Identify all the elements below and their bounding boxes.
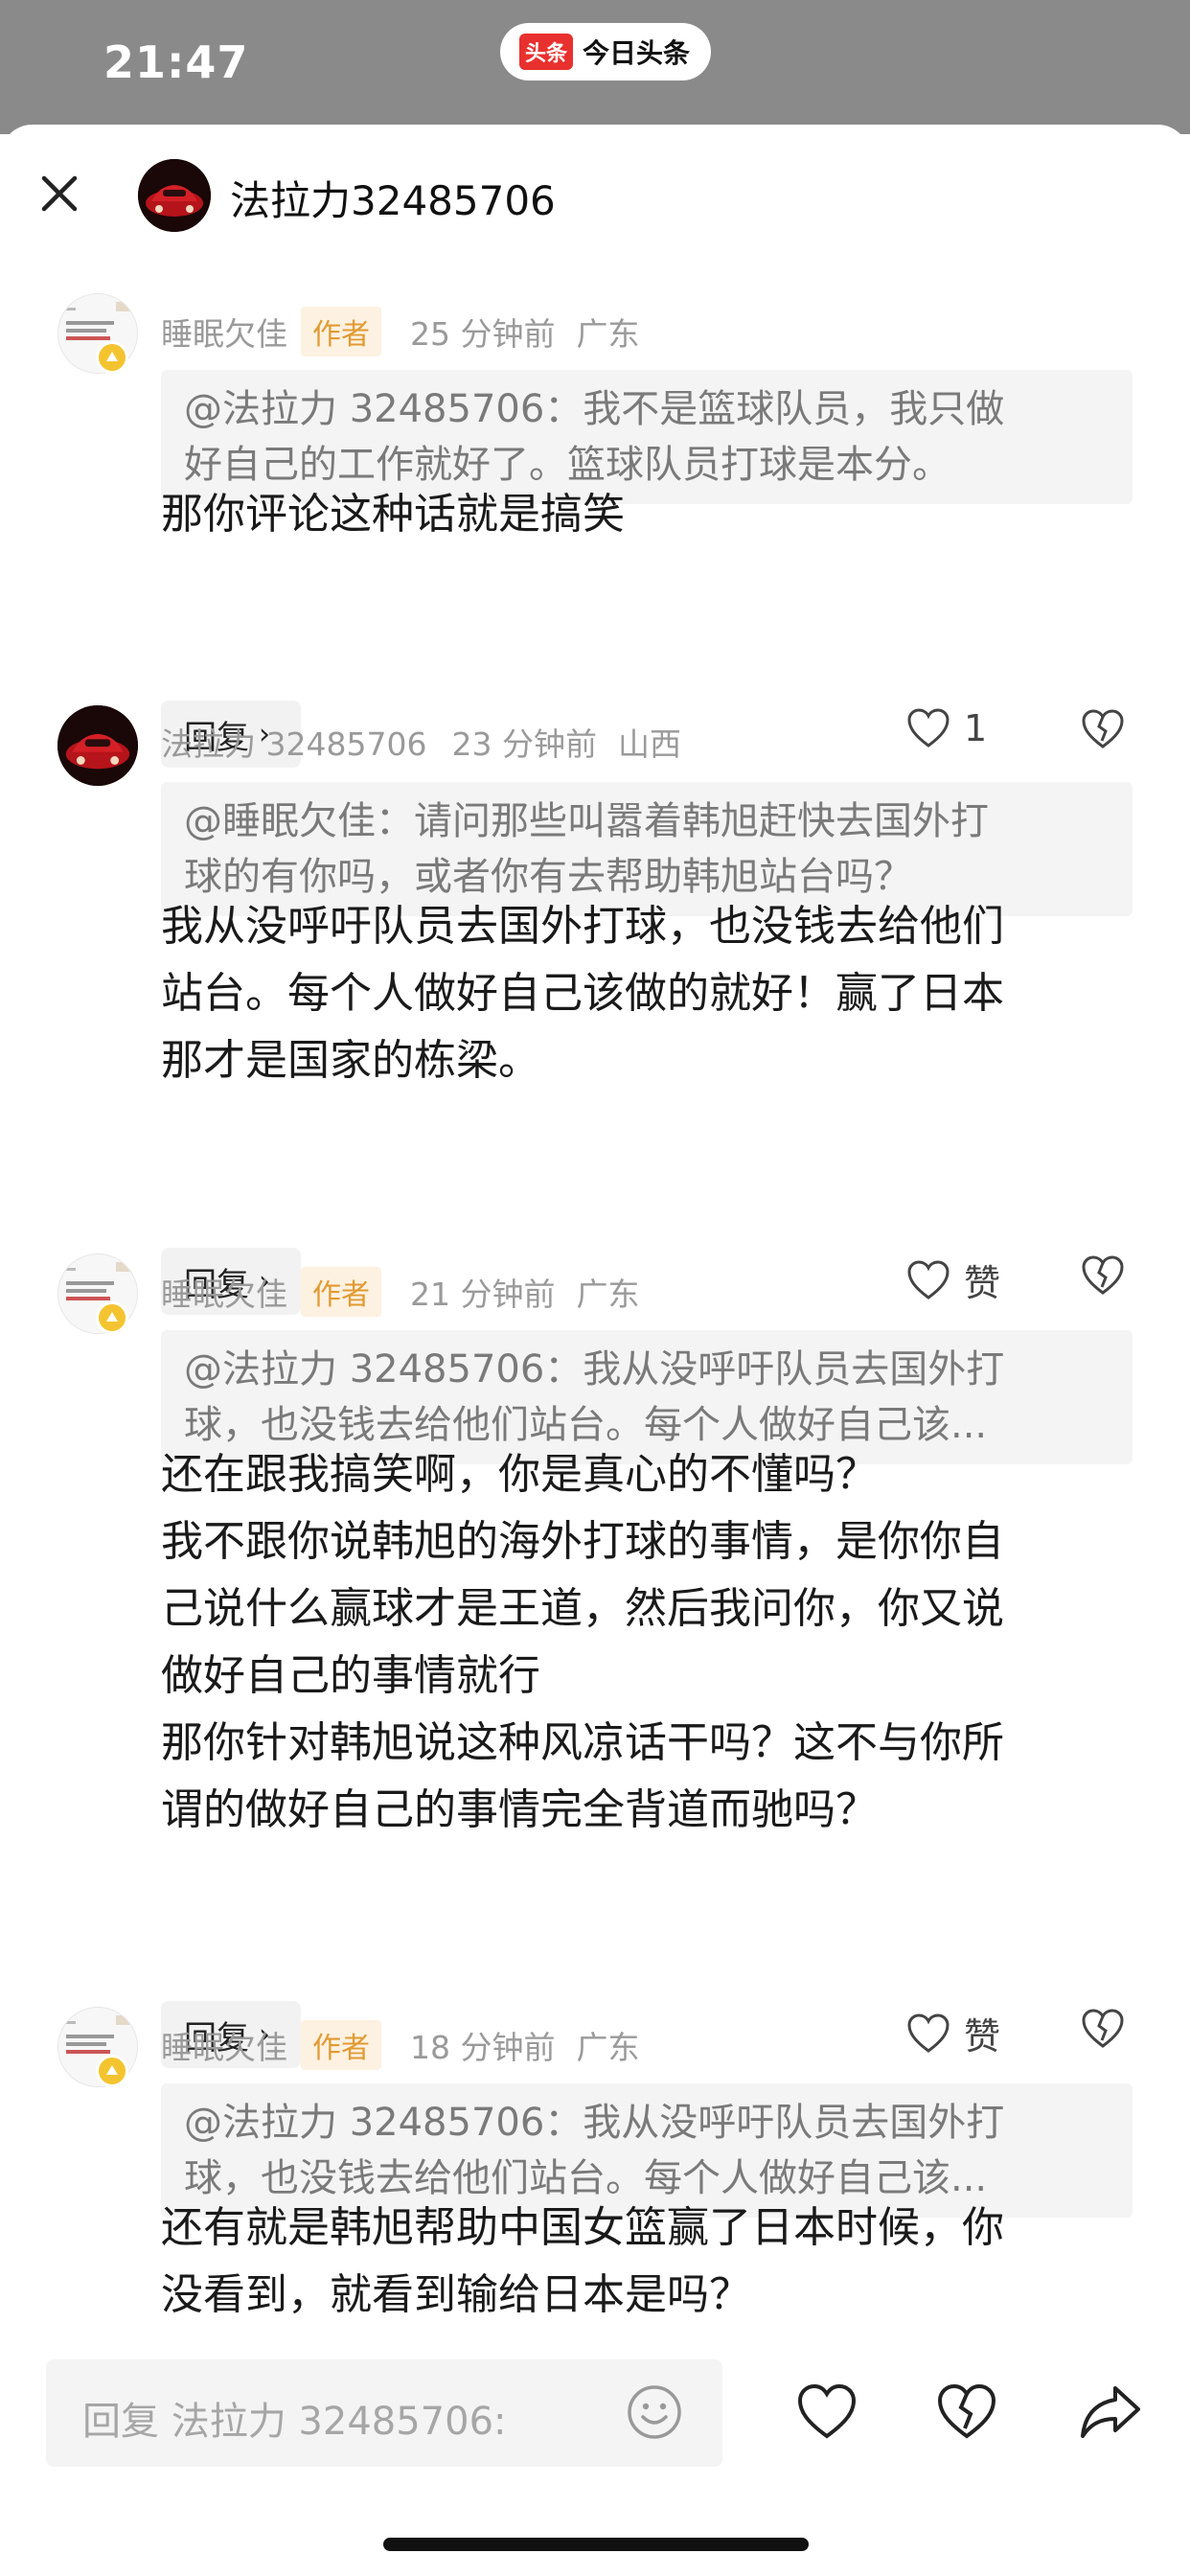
verified-badge-icon [96, 2055, 128, 2087]
commenter-name[interactable]: 睡眠欠佳 [161, 2022, 287, 2068]
comment-body-line: 还有就是韩旭帮助中国女篮赢了日本时候，你 [161, 2203, 1004, 2252]
heart-icon [907, 1259, 950, 1300]
car-avatar-image [138, 159, 211, 232]
quote-line: @法拉力 32485706：我从没呼吁队员去国外打 [184, 1347, 1005, 1392]
heart-icon [907, 708, 950, 748]
like-button[interactable]: 赞 [906, 1254, 1000, 1306]
app-logo-badge: 头条 [519, 34, 574, 70]
share-icon[interactable] [1079, 2382, 1142, 2442]
user-avatar[interactable] [57, 705, 138, 786]
quote-line: @法拉力 32485706：我不是篮球队员，我只做 [184, 387, 1005, 431]
commenter-name[interactable]: 睡眠欠佳 [161, 309, 287, 355]
home-indicator [383, 2538, 809, 2551]
like-count: 赞 [964, 2015, 1001, 2058]
quote-line: @法拉力 32485706：我从没呼吁队员去国外打 [184, 2101, 1005, 2145]
comment-body-line: 还在跟我搞笑啊，你是真心的不懂吗？ [161, 1450, 878, 1499]
emoji-icon[interactable] [625, 2382, 684, 2442]
app-indicator-pill[interactable]: 头条 今日头条 [500, 23, 712, 80]
comment-body: 那你评论这种话就是搞笑 [161, 481, 1133, 548]
comment-body-line: 没看到，就看到输给日本是吗？ [161, 2270, 751, 2319]
like-button[interactable]: 1 [906, 707, 987, 749]
comment-body-line: 那你针对韩旭说这种风凉话干吗？这不与你所 [161, 1718, 1004, 1767]
broken-heart-icon[interactable] [935, 2382, 998, 2442]
comment-body-line: 那才是国家的栋梁。 [161, 1036, 540, 1085]
comment-body-line: 谓的做好自己的事情完全背道而驰吗？ [161, 1785, 878, 1834]
comment-body: 我从没呼吁队员去国外打球，也没钱去给他们 站台。每个人做好自己该做的就好！赢了日… [161, 893, 1133, 1094]
comment-meta: 睡眠欠佳 作者 25 分钟前 广东 [161, 307, 639, 356]
comment-meta: 法拉力 32485706 23 分钟前 山西 [161, 719, 681, 765]
header-title: 法拉力32485706 [230, 177, 556, 224]
close-button[interactable] [33, 167, 86, 220]
comment-body-line: 我从没呼吁队员去国外打球，也没钱去给他们 [161, 902, 1004, 951]
commenter-name[interactable]: 睡眠欠佳 [161, 1269, 287, 1315]
comment-body-line: 做好自己的事情就行 [161, 1651, 540, 1700]
heart-icon[interactable] [795, 2382, 858, 2442]
like-count: 1 [964, 707, 988, 749]
quote-line: @睡眠欠佳：请问那些叫嚣着韩旭赶快去国外打 [184, 799, 989, 843]
author-tag: 作者 [301, 1267, 381, 1317]
heart-icon [907, 2012, 950, 2053]
comment-body-line: 站台。每个人做好自己该做的就好！赢了日本 [161, 969, 1004, 1018]
comment-time: 25 分钟前 [410, 315, 556, 353]
verified-badge-icon [96, 341, 128, 374]
status-time: 21:47 [103, 36, 249, 88]
header-avatar[interactable] [138, 159, 211, 232]
comment-body-line: 我不跟你说韩旭的海外打球的事情，是你你自 [161, 1517, 1004, 1566]
car-avatar-image [57, 705, 138, 786]
close-icon [41, 175, 78, 212]
sheet-header: 法拉力32485706 [0, 125, 1190, 268]
comment-time: 21 分钟前 [410, 1276, 556, 1313]
author-tag: 作者 [301, 307, 381, 356]
broken-heart-icon[interactable] [1081, 1254, 1125, 1298]
app-name: 今日头条 [583, 37, 691, 69]
comment-body: 还在跟我搞笑啊，你是真心的不懂吗？ 我不跟你说韩旭的海外打球的事情，是你你自 己… [161, 1441, 1133, 1844]
comment-time: 18 分钟前 [410, 2029, 556, 2066]
comment-region: 广东 [576, 315, 640, 353]
broken-heart-icon[interactable] [1081, 707, 1125, 751]
comment-body: 还有就是韩旭帮助中国女篮赢了日本时候，你 没看到，就看到输给日本是吗？ [161, 2195, 1133, 2329]
comment-region: 山西 [617, 725, 681, 763]
reply-input[interactable]: 回复 法拉力 32485706: [46, 2359, 722, 2467]
comment-time: 23 分钟前 [451, 725, 597, 763]
reply-input-placeholder: 回复 法拉力 32485706: [82, 2400, 507, 2444]
comment-meta: 睡眠欠佳 作者 21 分钟前 广东 [161, 1267, 639, 1317]
author-tag: 作者 [301, 2020, 381, 2070]
comment-body-line: 己说什么赢球才是王道，然后我问你，你又说 [161, 1584, 1004, 1633]
status-bar: 21:47 头条 今日头条 [0, 0, 1190, 134]
verified-badge-icon [96, 1301, 128, 1334]
comment-region: 广东 [576, 2029, 640, 2066]
commenter-name[interactable]: 法拉力 32485706 [161, 719, 426, 765]
comment-body-line: 那你评论这种话就是搞笑 [161, 490, 625, 539]
like-button[interactable]: 赞 [906, 2007, 1000, 2059]
broken-heart-icon[interactable] [1081, 2007, 1125, 2051]
comment-region: 广东 [576, 1276, 640, 1313]
comment-sheet: 法拉力32485706 睡眠欠佳 作者 25 分钟前 广东 @法拉力 32485… [0, 125, 1190, 2576]
comment-meta: 睡眠欠佳 作者 18 分钟前 广东 [161, 2020, 639, 2070]
like-count: 赞 [964, 1262, 1001, 1304]
